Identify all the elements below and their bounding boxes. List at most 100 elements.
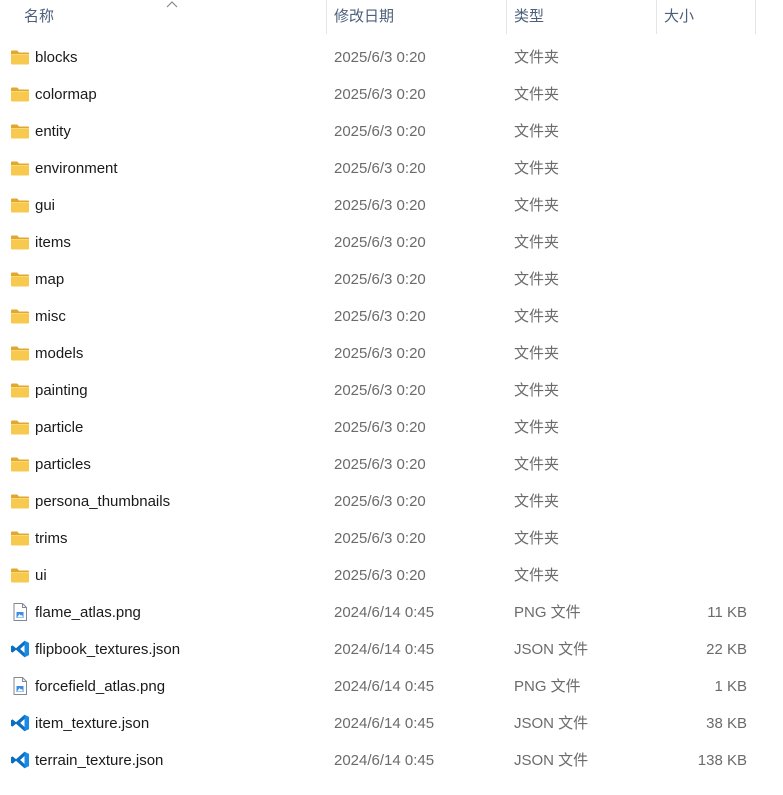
file-name: models [35, 345, 84, 362]
file-modified-date: 2025/6/3 0:20 [334, 345, 426, 362]
file-name: trims [35, 530, 68, 547]
file-modified-date: 2024/6/14 0:45 [334, 752, 435, 769]
file-modified-date: 2025/6/3 0:20 [334, 160, 426, 177]
file-modified-date: 2025/6/3 0:20 [334, 49, 426, 66]
file-type: 文件夹 [514, 49, 560, 66]
file-type: 文件夹 [514, 308, 560, 325]
file-name: forcefield_atlas.png [35, 678, 166, 695]
file-type: PNG 文件 [514, 678, 581, 695]
file-modified-date: 2025/6/3 0:20 [334, 567, 426, 584]
file-modified-date: 2025/6/3 0:20 [334, 382, 426, 399]
column-header-type[interactable]: 类型 [514, 0, 654, 34]
file-modified-date: 2025/6/3 0:20 [334, 308, 426, 325]
file-row[interactable]: entity 2025/6/3 0:20 文件夹 [0, 113, 783, 150]
file-name: misc [35, 308, 66, 325]
file-modified-date: 2024/6/14 0:45 [334, 641, 435, 658]
file-row[interactable]: particle 2025/6/3 0:20 文件夹 [0, 409, 783, 446]
file-name: ui [35, 567, 47, 584]
file-row[interactable]: gui 2025/6/3 0:20 文件夹 [0, 187, 783, 224]
file-type: JSON 文件 [514, 715, 589, 732]
file-modified-date: 2025/6/3 0:20 [334, 234, 426, 251]
file-row[interactable]: item_texture.json 2024/6/14 0:45 JSON 文件 38… [0, 705, 783, 742]
file-row[interactable]: terrain_texture.json 2024/6/14 0:45 JSON 文… [0, 742, 783, 779]
file-row[interactable]: environment 2025/6/3 0:20 文件夹 [0, 150, 783, 187]
file-modified-date: 2024/6/14 0:45 [334, 715, 435, 732]
file-modified-date: 2025/6/3 0:20 [334, 456, 426, 473]
file-row[interactable]: colormap 2025/6/3 0:20 文件夹 [0, 76, 783, 113]
folder-icon [10, 85, 30, 103]
folder-icon [10, 270, 30, 288]
column-header-bar: 名称 修改日期 类型 大小 [0, 0, 783, 34]
file-size: 22 KB [706, 641, 747, 658]
file-modified-date: 2025/6/3 0:20 [334, 123, 426, 140]
vscode-json-icon [10, 751, 30, 769]
file-name: flame_atlas.png [35, 604, 141, 621]
column-divider[interactable] [656, 0, 657, 34]
file-row[interactable]: misc 2025/6/3 0:20 文件夹 [0, 298, 783, 335]
file-name: particles [35, 456, 91, 473]
file-name: environment [35, 160, 118, 177]
file-modified-date: 2025/6/3 0:20 [334, 530, 426, 547]
file-size: 38 KB [706, 715, 747, 732]
column-divider[interactable] [506, 0, 507, 34]
vscode-json-icon [10, 714, 30, 732]
file-type: PNG 文件 [514, 604, 581, 621]
file-name: terrain_texture.json [35, 752, 164, 769]
folder-icon [10, 48, 30, 66]
file-type: 文件夹 [514, 86, 560, 103]
file-name: painting [35, 382, 88, 399]
file-list: blocks 2025/6/3 0:20 文件夹 colormap 2025/6/3 0… [0, 39, 783, 779]
column-header-name[interactable]: 名称 [24, 0, 324, 34]
column-header-date[interactable]: 修改日期 [334, 0, 504, 34]
file-row[interactable]: map 2025/6/3 0:20 文件夹 [0, 261, 783, 298]
file-row[interactable]: painting 2025/6/3 0:20 文件夹 [0, 372, 783, 409]
file-type: 文件夹 [514, 456, 560, 473]
file-modified-date: 2025/6/3 0:20 [334, 197, 426, 214]
file-type: 文件夹 [514, 567, 560, 584]
column-divider[interactable] [755, 0, 756, 34]
file-type: JSON 文件 [514, 641, 589, 658]
folder-icon [10, 566, 30, 584]
folder-icon [10, 418, 30, 436]
file-row[interactable]: flipbook_textures.json 2024/6/14 0:45 JSON… [0, 631, 783, 668]
file-row[interactable]: items 2025/6/3 0:20 文件夹 [0, 224, 783, 261]
file-type: 文件夹 [514, 197, 560, 214]
file-name: flipbook_textures.json [35, 641, 181, 658]
file-row[interactable]: flame_atlas.png 2024/6/14 0:45 PNG 文件 11 KB [0, 594, 783, 631]
file-type: 文件夹 [514, 530, 560, 547]
file-name: entity [35, 123, 71, 140]
file-name: blocks [35, 49, 78, 66]
file-size: 138 KB [697, 752, 747, 769]
file-size: 1 KB [714, 678, 747, 695]
file-modified-date: 2024/6/14 0:45 [334, 678, 435, 695]
file-row[interactable]: ui 2025/6/3 0:20 文件夹 [0, 557, 783, 594]
file-modified-date: 2025/6/3 0:20 [334, 271, 426, 288]
file-row[interactable]: models 2025/6/3 0:20 文件夹 [0, 335, 783, 372]
file-row[interactable]: forcefield_atlas.png 2024/6/14 0:45 PNG 文件… [0, 668, 783, 705]
file-type: 文件夹 [514, 160, 560, 177]
file-row[interactable]: trims 2025/6/3 0:20 文件夹 [0, 520, 783, 557]
file-type: 文件夹 [514, 382, 560, 399]
file-modified-date: 2025/6/3 0:20 [334, 86, 426, 103]
file-name: persona_thumbnails [35, 493, 171, 510]
file-row[interactable]: blocks 2025/6/3 0:20 文件夹 [0, 39, 783, 76]
file-type: 文件夹 [514, 234, 560, 251]
file-name: gui [35, 197, 56, 214]
column-divider[interactable] [326, 0, 327, 34]
folder-icon [10, 455, 30, 473]
folder-icon [10, 529, 30, 547]
file-type: 文件夹 [514, 271, 560, 288]
file-name: item_texture.json [35, 715, 150, 732]
file-row[interactable]: persona_thumbnails 2025/6/3 0:20 文件夹 [0, 483, 783, 520]
column-header-size[interactable]: 大小 [664, 0, 754, 34]
file-name: items [35, 234, 71, 251]
folder-icon [10, 122, 30, 140]
vscode-json-icon [10, 640, 30, 658]
file-type: 文件夹 [514, 419, 560, 436]
folder-icon [10, 307, 30, 325]
file-name: colormap [35, 86, 97, 103]
file-row[interactable]: particles 2025/6/3 0:20 文件夹 [0, 446, 783, 483]
folder-icon [10, 492, 30, 510]
file-modified-date: 2025/6/3 0:20 [334, 419, 426, 436]
folder-icon [10, 196, 30, 214]
